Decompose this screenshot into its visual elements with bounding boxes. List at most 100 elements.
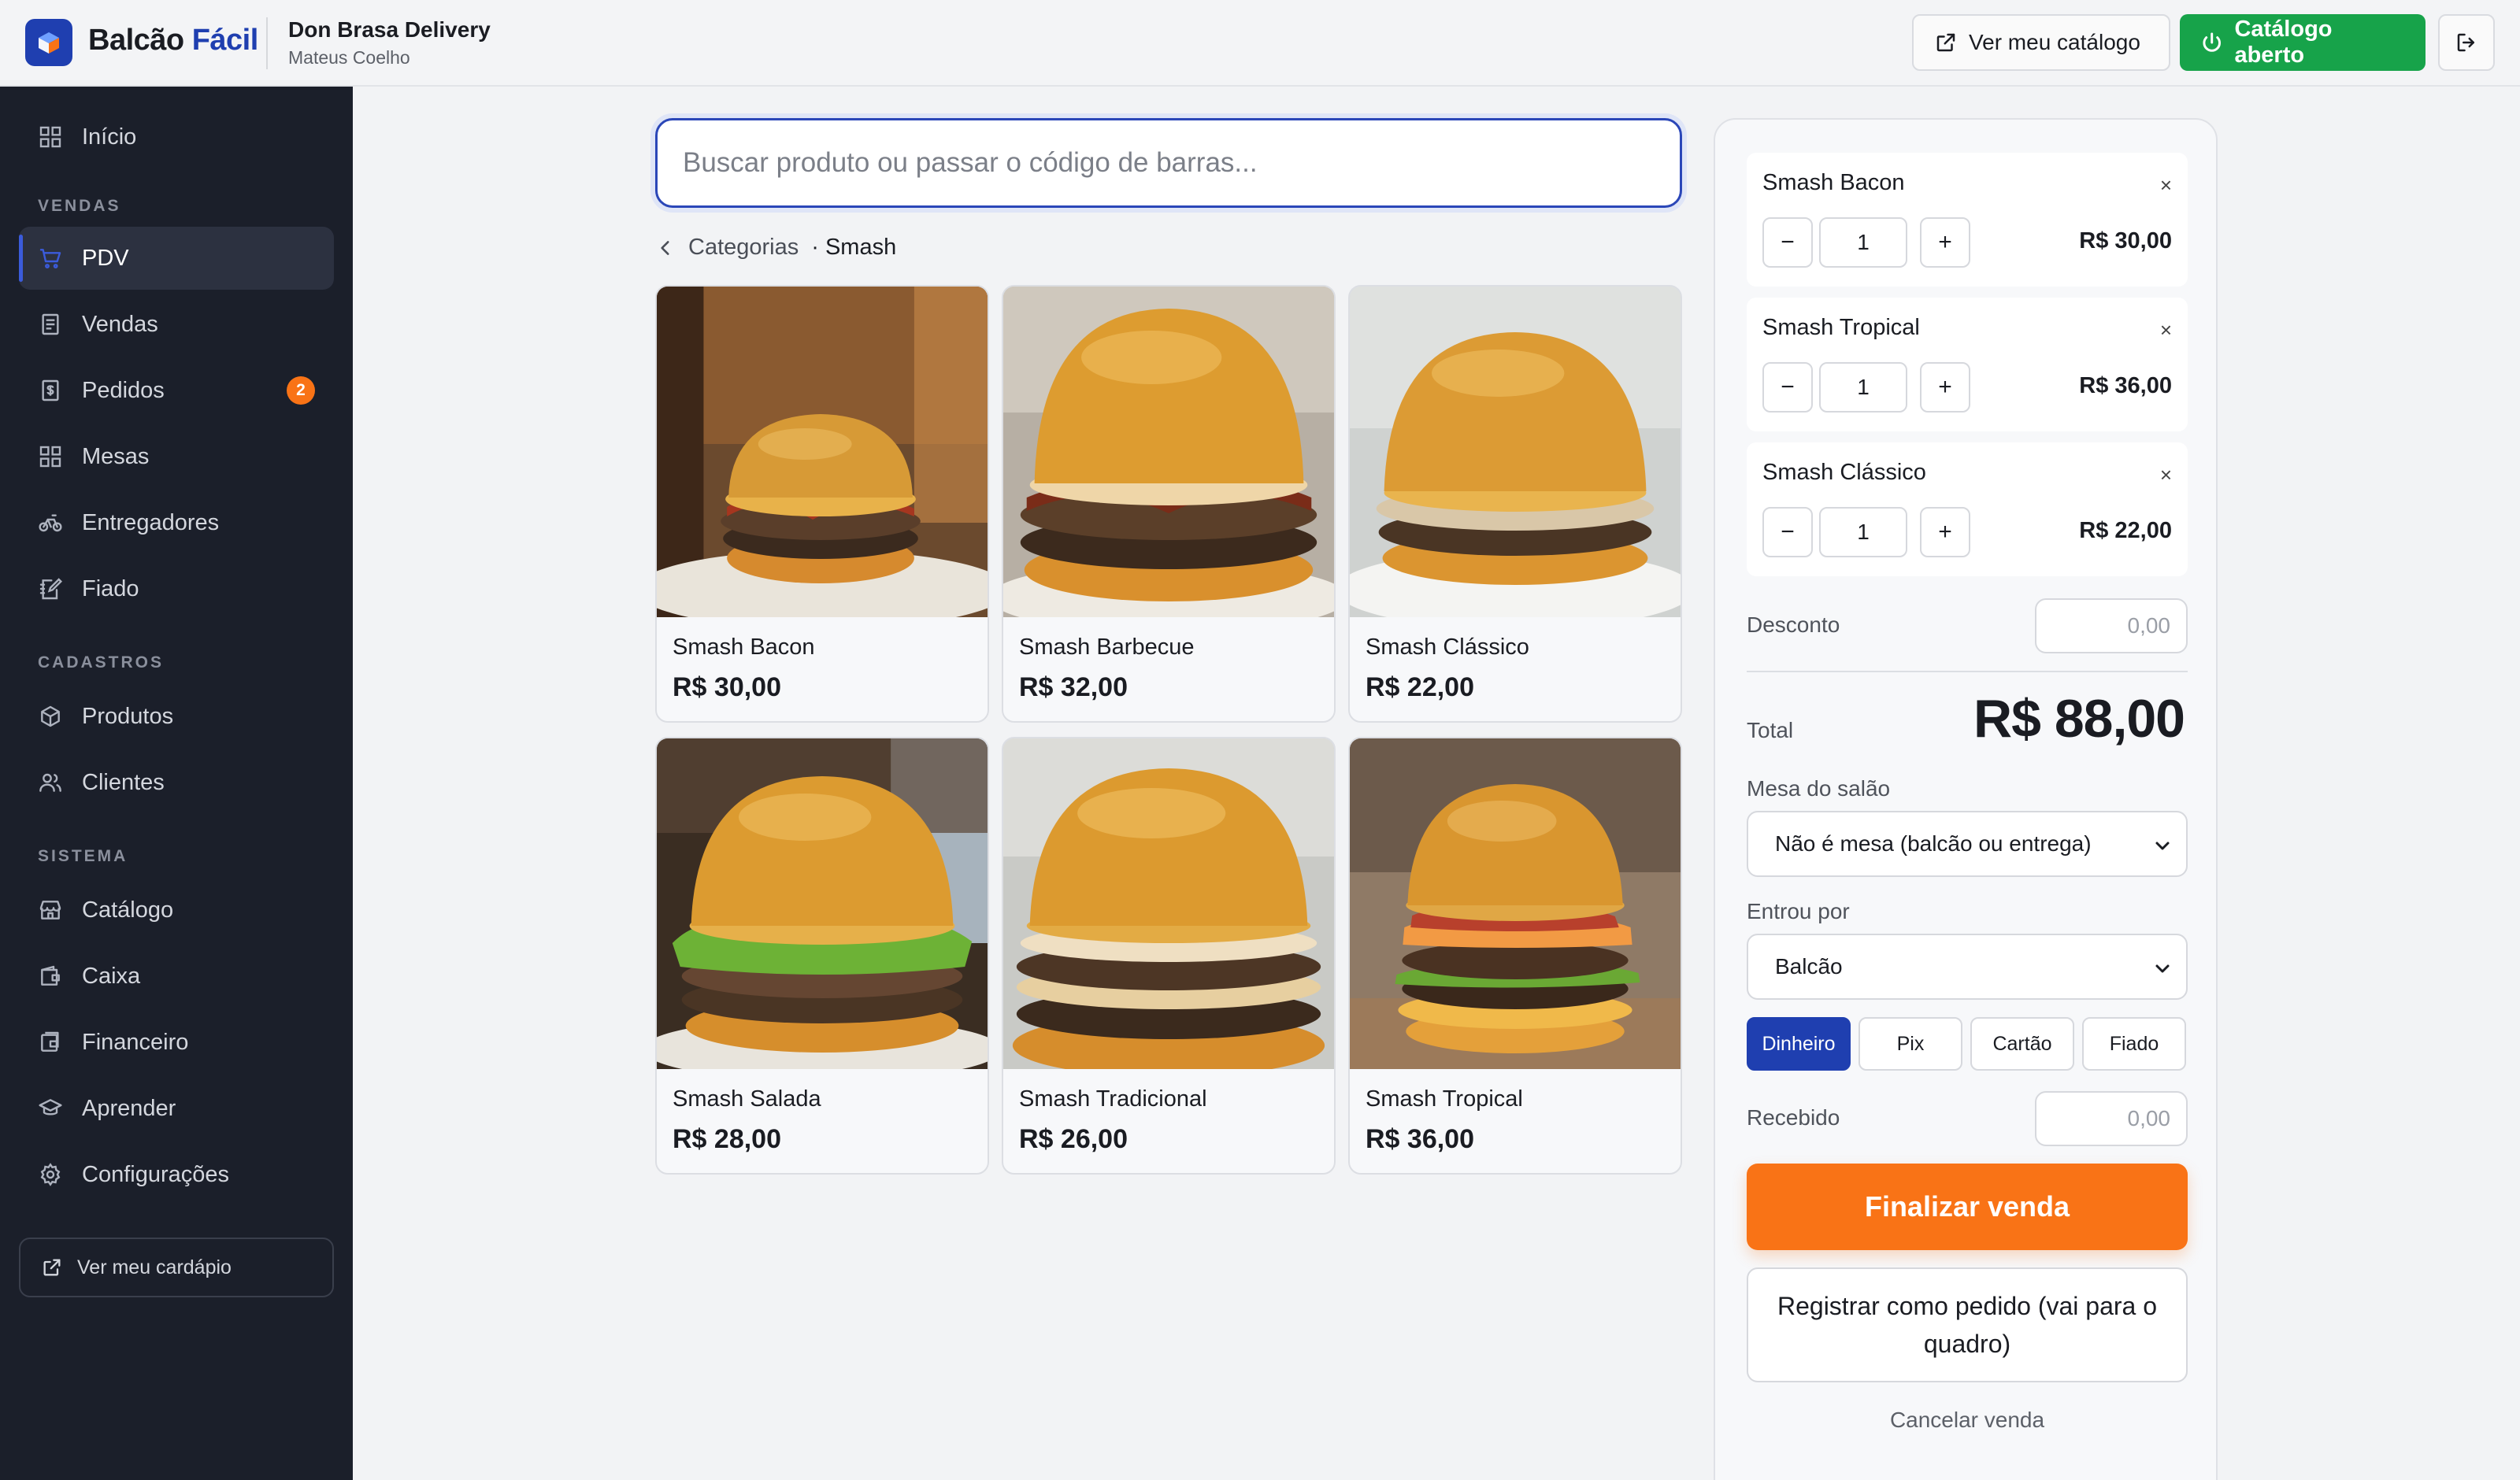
brand-name: Balcão Fácil [88,24,258,57]
product-name: Smash Clássico [1366,635,1529,660]
sidebar-item-catalog[interactable]: Catálogo [19,879,334,942]
sidebar-item-credit[interactable]: Fiado [19,557,334,620]
channel-select-value: Balcão [1775,954,1843,979]
decrease-qty-button[interactable]: − [1762,217,1813,268]
sidebar-item-orders[interactable]: Pedidos 2 [19,359,334,422]
payment-credit-button[interactable]: Fiado [2082,1017,2186,1071]
product-card[interactable]: Smash Tradicional R$ 26,00 [1002,737,1336,1175]
product-name: Smash Salada [673,1086,821,1112]
product-price: R$ 32,00 [1019,672,1128,702]
order-icon [42,379,59,401]
brand-part-1: Balcão [88,24,184,57]
sidebar-item-pdv[interactable]: PDV [19,227,334,290]
sidebar-item-clients[interactable]: Clientes [19,751,334,814]
sidebar: Início VENDAS PDV Vendas Pedidos 2 Mesas… [0,87,353,1480]
chevron-left-icon[interactable] [655,238,676,258]
cancel-sale-link[interactable]: Cancelar venda [1747,1408,2188,1433]
product-card[interactable]: Smash Barbecue R$ 32,00 [1002,285,1336,723]
sidebar-item-sales[interactable]: Vendas [19,293,334,356]
remove-item-icon[interactable]: × [2160,463,2172,487]
catalog-status-label: Catálogo aberto [2234,17,2333,68]
burger-photo [1350,738,1681,1069]
product-card[interactable]: Smash Salada R$ 28,00 [655,737,989,1175]
cart-item-price: R$ 36,00 [2079,373,2172,398]
payment-card-button[interactable]: Cartão [1970,1017,2074,1071]
cart-item-price: R$ 22,00 [2079,518,2172,543]
sidebar-item-label: Início [82,124,137,150]
decrease-qty-button[interactable]: − [1762,362,1813,413]
sidebar-section-system: SISTEMA [38,847,128,865]
burger-photo [1003,287,1334,633]
view-catalog-button[interactable]: Ver meu catálogo [1912,14,2170,71]
product-card[interactable]: Smash Tropical R$ 36,00 [1348,737,1682,1175]
product-search-input[interactable]: Buscar produto ou passar o código de bar… [655,118,1682,208]
sidebar-item-label: Configurações [82,1161,229,1187]
cart-line-item: Smash Bacon × − 1 + R$ 30,00 [1747,153,2188,287]
cart-icon [39,249,61,268]
external-link-icon [43,1259,61,1276]
search-placeholder: Buscar produto ou passar o código de bar… [683,147,1258,178]
sidebar-item-financial[interactable]: Financeiro [19,1011,334,1074]
sidebar-item-tables[interactable]: Mesas [19,425,334,488]
sidebar-section-registry: CADASTROS [38,653,165,672]
sidebar-item-couriers[interactable]: Entregadores [19,491,334,554]
received-input[interactable]: 0,00 [2035,1091,2188,1146]
decrease-qty-button[interactable]: − [1762,507,1813,557]
catalog-status-button[interactable]: Catálogo aberto [2180,14,2426,71]
discount-label: Desconto [1747,612,1840,637]
receipt-icon [42,313,59,335]
remove-item-icon[interactable]: × [2160,318,2172,342]
logout-button[interactable] [2438,14,2495,71]
orders-count-badge: 2 [287,376,315,405]
burger-photo [657,738,988,1081]
remove-item-icon[interactable]: × [2160,173,2172,198]
sidebar-item-home[interactable]: Início [19,105,334,168]
table-select[interactable]: Não é mesa (balcão ou entrega) [1747,811,2188,877]
channel-select[interactable]: Balcão [1747,934,2188,1000]
sidebar-item-settings[interactable]: Configurações [19,1143,334,1206]
sidebar-item-label: Vendas [82,311,158,337]
cart-item-price: R$ 30,00 [2079,228,2172,253]
package-icon [41,705,60,727]
breadcrumb-current: · Smash [811,235,897,260]
breadcrumb-categories-link[interactable]: Categorias [688,235,799,261]
register-order-button[interactable]: Registrar como pedido (vai para o quadro… [1747,1267,2188,1382]
product-card[interactable]: Smash Clássico R$ 22,00 [1348,285,1682,723]
sidebar-item-products[interactable]: Produtos [19,685,334,748]
finalize-sale-button[interactable]: Finalizar venda [1747,1164,2188,1250]
burger-photo [1350,287,1681,629]
sidebar-item-label: Financeiro [82,1029,189,1055]
sidebar-item-cash[interactable]: Caixa [19,945,334,1008]
chevron-down-icon [2155,964,2170,973]
product-price: R$ 26,00 [1019,1124,1128,1154]
sidebar-item-label: Catálogo [82,897,174,923]
dashboard-icon [39,126,61,148]
app-logo [25,19,72,66]
sidebar-item-learn[interactable]: Aprender [19,1077,334,1140]
total-value: R$ 88,00 [1973,689,2185,749]
cart-item-name: Smash Tropical [1762,315,1920,340]
qty-input[interactable]: 1 [1819,217,1907,268]
divider [1747,671,2188,672]
payment-pix-button[interactable]: Pix [1858,1017,1962,1071]
cart-item-name: Smash Bacon [1762,170,1905,195]
product-card[interactable]: Smash Bacon R$ 30,00 [655,285,989,723]
discount-input[interactable]: 0,00 [2035,598,2188,653]
qty-input[interactable]: 1 [1819,362,1907,413]
header-divider [266,17,268,69]
sidebar-item-label: Pedidos [82,377,165,403]
payment-cash-button[interactable]: Dinheiro [1747,1017,1851,1071]
wallet-cards-icon [41,1031,59,1052]
view-menu-button[interactable]: Ver meu cardápio [19,1238,334,1297]
user-name: Mateus Coelho [288,47,410,68]
qty-input[interactable]: 1 [1819,507,1907,557]
increase-qty-button[interactable]: + [1920,507,1970,557]
breadcrumb: Categorias · Smash [655,235,896,261]
chevron-down-icon [2155,842,2170,850]
top-bar: Balcão Fácil Don Brasa Delivery Mateus C… [0,0,2520,87]
wallet-icon [41,965,60,986]
business-name: Don Brasa Delivery [288,17,491,42]
increase-qty-button[interactable]: + [1920,217,1970,268]
product-name: Smash Bacon [673,635,815,660]
increase-qty-button[interactable]: + [1920,362,1970,413]
